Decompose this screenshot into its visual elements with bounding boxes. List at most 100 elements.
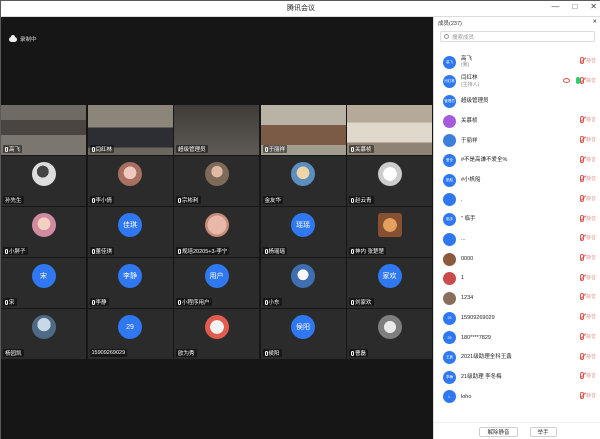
video-tile[interactable]: 小东 [260, 258, 346, 308]
mute-toggle[interactable]: 静音 [579, 332, 596, 340]
member-name: 1234 [461, 295, 474, 302]
participant-name: 董佳琪 [95, 249, 113, 255]
mic-icon [178, 248, 181, 254]
mute-toggle[interactable]: 静音 [579, 155, 596, 163]
participant-name-label: 孙先生 [3, 196, 24, 204]
mute-toggle[interactable]: 静音 [579, 273, 596, 281]
member-row[interactable]: ... 静音 [434, 230, 600, 248]
video-tile[interactable]: 李静 李静 [87, 258, 173, 308]
member-row[interactable]: 帆船 #小帆船 静音 [434, 171, 600, 189]
muted-mic-icon [579, 273, 584, 281]
muted-mic-icon [579, 332, 584, 340]
video-tile[interactable]: 佳琪 董佳琪 [87, 207, 173, 257]
mute-toggle[interactable]: 静音 [579, 391, 596, 399]
mute-toggle[interactable]: 静音 [579, 372, 596, 380]
video-tile[interactable]: 用户 小程序用户 [174, 258, 259, 308]
mute-label: 静音 [585, 255, 596, 261]
unmute-all-button[interactable]: 解除静音 [479, 426, 518, 437]
video-tile[interactable]: 高飞 [1, 105, 86, 155]
panel-close-icon[interactable]: ✕ [592, 19, 597, 27]
video-tile[interactable]: 孙先生 [1, 156, 86, 206]
member-row[interactable]: 1234 静音 [434, 289, 600, 307]
video-tile[interactable]: 闫红林 [87, 105, 173, 155]
member-row[interactable]: 29 180****7829 静音 [434, 329, 600, 347]
mute-label: 静音 [585, 353, 596, 360]
minimize-icon[interactable]: — [551, 2, 559, 11]
video-tile[interactable]: 规培20205+3-李宁 [174, 207, 259, 257]
mute-label: 静音 [585, 235, 596, 242]
maximize-icon[interactable]: □ [572, 2, 577, 11]
member-avatar [443, 272, 456, 286]
mute-toggle[interactable]: 静音 [579, 116, 596, 124]
video-tile[interactable]: 侯阳 侯阳 [260, 309, 346, 359]
participant-name: 小东 [268, 300, 280, 306]
participant-name-label: 15909269029 [89, 349, 128, 357]
muted-mic-icon [579, 234, 584, 242]
member-row[interactable]: 1 静音 [434, 270, 600, 288]
video-tile[interactable]: 瑶瑶 杨瑶瑶 [260, 207, 346, 257]
video-tile[interactable]: 29 15909269029 [87, 309, 173, 359]
mic-icon [178, 197, 181, 203]
video-tile[interactable]: 小胖子 [1, 207, 86, 257]
mute-toggle[interactable]: 静音 [579, 352, 596, 360]
member-row[interactable]: 闫红林 闫红林 (主持人) 静音 [434, 73, 600, 91]
muted-mic-icon [579, 313, 584, 321]
mute-toggle[interactable]: 静音 [579, 57, 596, 64]
video-tile[interactable]: 李小倩 [87, 156, 173, 206]
mute-toggle[interactable]: 静音 [579, 313, 596, 321]
video-tile[interactable]: 神内 张楚楚 [347, 207, 432, 257]
video-tile[interactable]: 宗彬利 [174, 156, 259, 206]
video-tile[interactable]: 杨园凯 [1, 309, 86, 359]
member-row[interactable]: 管理员 超级管理员 [434, 92, 600, 110]
mute-toggle[interactable]: 静音 [579, 194, 596, 202]
member-row[interactable]: 关慕桢 静音 [434, 112, 600, 130]
member-name: 21级助理 李冬梅 [461, 373, 502, 380]
member-name: 于丽祥 [461, 137, 478, 144]
participant-name: 小胖子 [9, 249, 26, 255]
video-tile[interactable]: 金友华 [260, 156, 346, 206]
participant-avatar: 家欢 [377, 264, 402, 288]
mute-toggle[interactable]: 静音 [579, 214, 596, 222]
video-tile[interactable]: 宋宋 [1, 258, 86, 308]
close-icon[interactable]: ✕ [590, 2, 597, 11]
mute-toggle[interactable]: 静音 [579, 175, 596, 183]
member-row[interactable]: . 静音 [434, 191, 600, 209]
member-row[interactable]: 李梅 21级助理 李冬梅 静音 [434, 368, 600, 386]
member-avatar: 帆船 [443, 173, 456, 187]
member-row[interactable]: 29 15909269029 静音 [434, 309, 600, 327]
participant-avatar [31, 315, 56, 339]
member-search-input[interactable]: 搜索成员 [440, 31, 595, 42]
video-tile[interactable]: 关慕祯 [347, 105, 432, 155]
mic-icon [91, 146, 95, 152]
mute-toggle[interactable]: 静音 [579, 76, 596, 84]
mute-toggle[interactable]: 静音 [579, 234, 596, 242]
mute-toggle[interactable]: 静音 [579, 293, 596, 301]
participant-name: 宗彬利 [182, 198, 199, 204]
participant-avatar [204, 162, 229, 186]
member-row[interactable]: 爱全 #不是高谦不爱全% 静音 [434, 152, 600, 170]
video-tile[interactable]: 欧为秀 [174, 309, 259, 359]
mute-label: 静音 [585, 314, 596, 321]
member-row[interactable]: 于丽祥 静音 [434, 132, 600, 150]
member-row[interactable]: 临手 " 临手 静音 [434, 211, 600, 229]
video-tile[interactable]: 曹磊 [347, 309, 432, 359]
title-bar: 腾讯会议 — □ ✕ [1, 1, 600, 17]
muted-mic-icon [579, 135, 584, 143]
mute-toggle[interactable]: 静音 [579, 135, 596, 143]
video-tile[interactable]: 赵云青 [347, 156, 432, 206]
member-row[interactable]: 王鑫 2021级助理全科王鑫 静音 [434, 349, 600, 367]
raise-hand-button[interactable]: 举手 [529, 426, 557, 437]
muted-mic-icon [579, 293, 584, 301]
participant-name-label: 高飞 [3, 145, 23, 153]
participant-name: 杨园凯 [5, 351, 22, 357]
video-tile[interactable]: 家欢 刘家欢 [347, 258, 432, 308]
recording-indicator: 录制中 [9, 34, 37, 43]
mute-label: 静音 [585, 274, 596, 281]
member-row[interactable]: 0000 静音 [434, 250, 600, 268]
window-title: 腾讯会议 [287, 5, 315, 12]
mute-toggle[interactable]: 静音 [579, 254, 596, 261]
video-tile[interactable]: 于丽祥 [260, 105, 346, 155]
video-tile[interactable]: 超级管理员 [174, 105, 259, 155]
member-row[interactable]: 高飞 高飞 (我) 静音 [434, 53, 600, 71]
member-row[interactable]: Lloho 静音 [434, 388, 600, 406]
